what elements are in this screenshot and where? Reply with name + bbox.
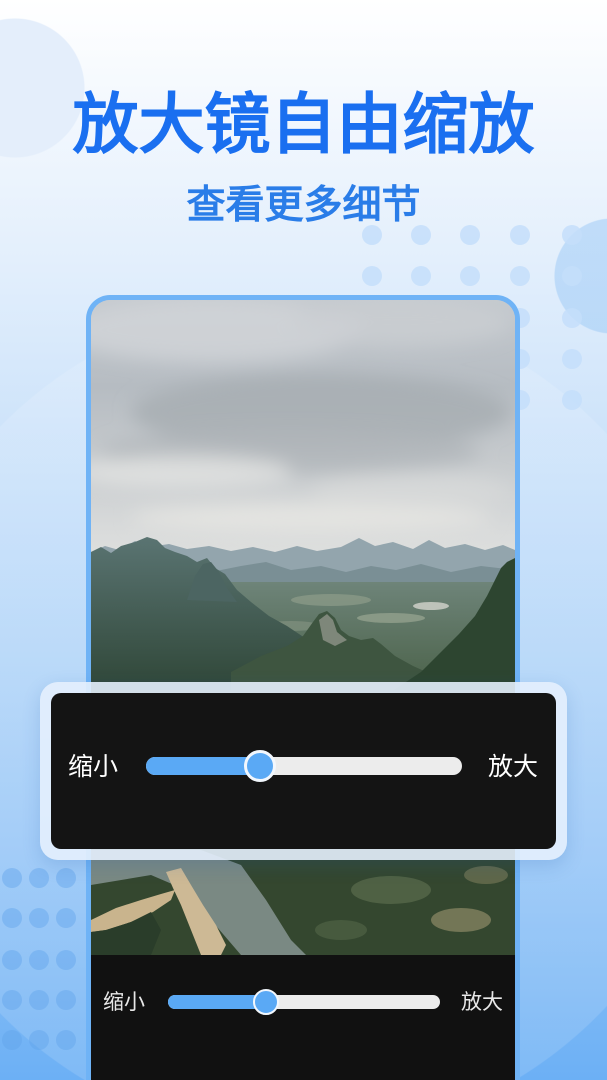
decor-dot bbox=[56, 908, 76, 928]
zoom-slider-thumb[interactable] bbox=[252, 989, 279, 1015]
decor-dot bbox=[562, 390, 582, 410]
zoom-popup-panel: 缩小 放大 bbox=[51, 693, 556, 849]
decor-dot bbox=[56, 990, 76, 1010]
decor-dot bbox=[562, 349, 582, 369]
zoom-control-bar: 缩小 放大 bbox=[91, 955, 515, 1080]
zoom-slider-fill bbox=[168, 995, 266, 1009]
decor-dot bbox=[29, 868, 49, 888]
decor-dot bbox=[362, 266, 382, 286]
zoom-slider[interactable] bbox=[146, 750, 462, 782]
decor-dot bbox=[2, 990, 22, 1010]
zoom-slider-thumb[interactable] bbox=[243, 750, 276, 782]
decor-dot bbox=[56, 950, 76, 970]
decor-dot bbox=[460, 266, 480, 286]
decor-dot bbox=[2, 908, 22, 928]
zoom-popup-card: 缩小 放大 bbox=[40, 682, 567, 860]
decor-dot bbox=[56, 868, 76, 888]
decor-dot bbox=[29, 908, 49, 928]
decor-dot bbox=[29, 990, 49, 1010]
decor-dot bbox=[510, 266, 530, 286]
zoom-in-label: 放大 bbox=[461, 990, 503, 1014]
zoom-slider-fill bbox=[146, 757, 260, 775]
headline-subtitle: 查看更多细节 bbox=[186, 183, 421, 228]
decor-dot bbox=[2, 950, 22, 970]
decor-dot bbox=[2, 1030, 22, 1050]
zoom-out-label: 缩小 bbox=[103, 990, 145, 1014]
zoom-out-label: 缩小 bbox=[68, 752, 119, 781]
decor-dot bbox=[29, 950, 49, 970]
zoom-in-label: 放大 bbox=[488, 752, 539, 781]
decor-dot bbox=[29, 1030, 49, 1050]
decor-dot bbox=[56, 1030, 76, 1050]
decor-dot bbox=[411, 266, 431, 286]
headline-title: 放大镜自由缩放 bbox=[72, 86, 535, 163]
decor-dot bbox=[2, 868, 22, 888]
decor-dot bbox=[562, 266, 582, 286]
zoom-slider[interactable] bbox=[168, 989, 440, 1015]
decor-dot bbox=[562, 308, 582, 328]
